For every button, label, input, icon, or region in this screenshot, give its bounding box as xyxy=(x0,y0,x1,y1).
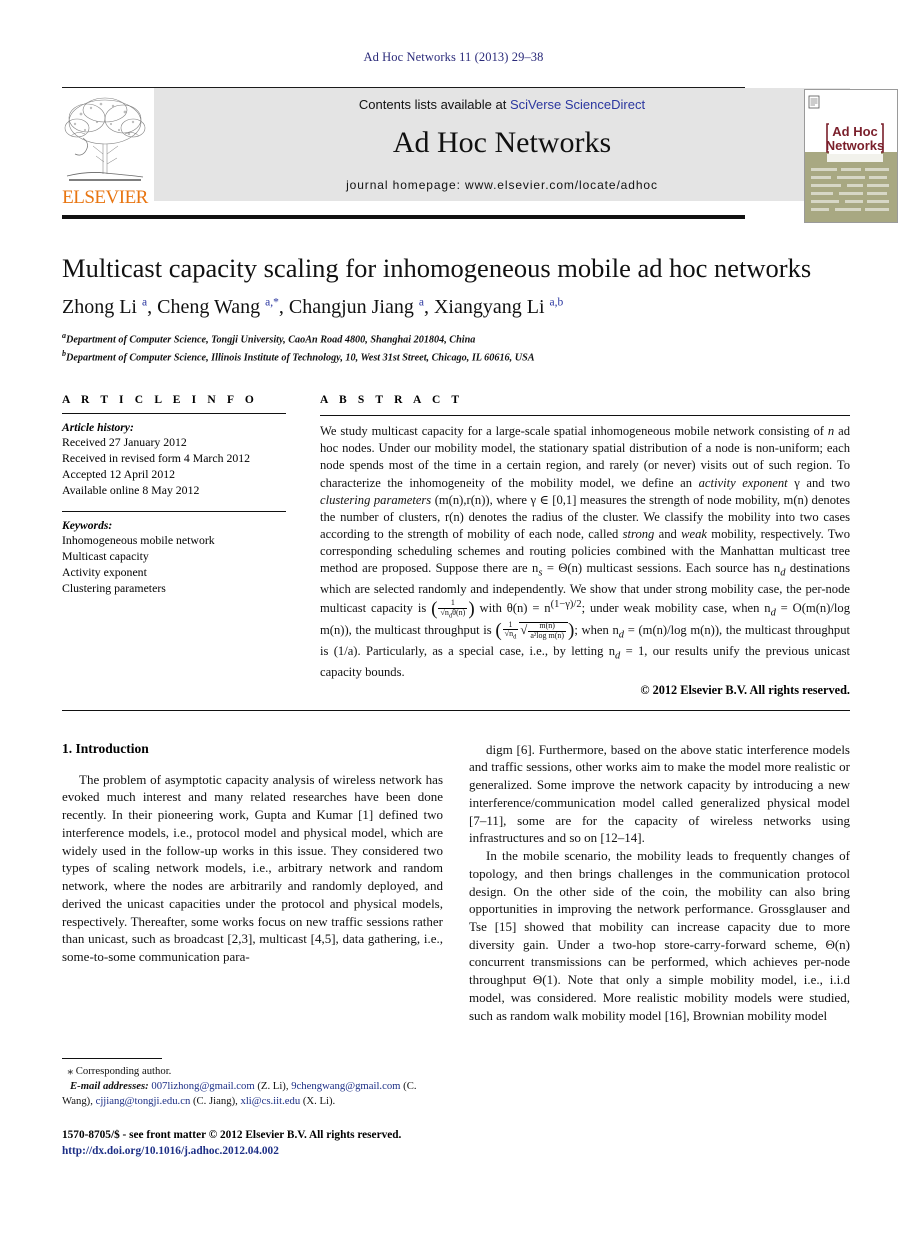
asterisk-icon: ⁎ xyxy=(62,1065,76,1077)
formula-2-sqrt: √ m(n) a²log m(n) xyxy=(519,621,569,639)
svg-text:Ad Hoc: Ad Hoc xyxy=(832,124,878,139)
elsevier-tree-icon xyxy=(63,92,147,187)
body-paragraph: The problem of asymptotic capacity analy… xyxy=(62,771,443,964)
formula-1: 1 √ndθ(n) xyxy=(438,598,468,620)
abstract-exponent-1: (1−γ)/2 xyxy=(550,599,582,611)
svg-text:Networks: Networks xyxy=(826,138,885,153)
keywords-label: Keywords: xyxy=(62,519,113,533)
footnote-rule xyxy=(62,1058,162,1059)
footnote-block: ⁎ Corresponding author. E-mail addresses… xyxy=(62,1058,434,1109)
journal-homepage[interactable]: journal homepage: www.elsevier.com/locat… xyxy=(154,178,850,192)
article-history-label: Article history: xyxy=(62,421,134,435)
body-paragraph: In the mobile scenario, the mobility lea… xyxy=(469,848,850,1023)
info-abstract-region: A R T I C L E I N F O Article history: R… xyxy=(62,394,850,697)
formula-2: 1 √nd xyxy=(502,620,519,642)
abstract-em-strong: strong xyxy=(622,526,655,541)
history-revised: Received in revised form 4 March 2012 xyxy=(62,451,251,466)
history-received: Received 27 January 2012 xyxy=(62,435,187,450)
abstract-em-activity-exponent: activity exponent xyxy=(698,475,788,490)
abstract-text: We study multicast capacity for a large-… xyxy=(320,423,850,680)
history-online: Available online 8 May 2012 xyxy=(62,483,200,498)
keywords-rule xyxy=(62,511,286,513)
abstract-column: A B S T R A C T We study multicast capac… xyxy=(320,394,850,697)
title-block: Multicast capacity scaling for inhomogen… xyxy=(62,253,845,366)
abstract-bottom-rule xyxy=(62,709,850,711)
email-addresses-line: E-mail addresses: 007lizhong@gmail.com (… xyxy=(62,1079,434,1109)
abstract-seg-10: ; under weak mobility case, when n xyxy=(581,601,771,616)
affiliation-a: aDepartment of Computer Science, Tongji … xyxy=(62,330,845,348)
article-info-rule xyxy=(62,413,286,415)
corresponding-author-text: Corresponding author. xyxy=(75,1065,172,1077)
keyword-4: Clustering parameters xyxy=(62,581,166,596)
elsevier-wordmark: ELSEVIER xyxy=(62,187,148,208)
affiliation-text-b: Department of Computer Science, Illinois… xyxy=(66,352,535,364)
imprint-block: 1570-8705/$ - see front matter © 2012 El… xyxy=(62,1128,462,1160)
body-left-column: 1. Introduction The problem of asymptoti… xyxy=(62,741,443,1025)
running-head: Ad Hoc Networks 11 (2013) 29–38 xyxy=(363,50,544,64)
abstract-seg-9: with θ(n) = n xyxy=(474,601,551,616)
doi-link[interactable]: http://dx.doi.org/10.1016/j.adhoc.2012.0… xyxy=(62,1144,462,1160)
masthead-bottom-rule xyxy=(62,215,745,219)
author-list: Zhong Li a, Cheng Wang a,*, Changjun Jia… xyxy=(62,296,564,319)
article-info-heading: A R T I C L E I N F O xyxy=(62,394,258,407)
keyword-3: Activity exponent xyxy=(62,565,147,580)
issn-copyright-line: 1570-8705/$ - see front matter © 2012 El… xyxy=(62,1129,402,1141)
sciencedirect-link[interactable]: SciVerse ScienceDirect xyxy=(510,97,645,112)
journal-cover-thumbnail: Ad Hoc Networks xyxy=(804,89,898,223)
body-right-column: digm [6]. Furthermore, based on the abov… xyxy=(469,741,850,1025)
keyword-2: Multicast capacity xyxy=(62,549,149,564)
cover-art: Ad Hoc Networks xyxy=(805,90,897,222)
abstract-seg-1: We study multicast capacity for a large-… xyxy=(320,424,828,439)
journal-masthead: ELSEVIER Contents lists available at Sci… xyxy=(62,87,898,223)
affiliation-list: aDepartment of Computer Science, Tongji … xyxy=(62,330,845,366)
affiliation-text-a: Department of Computer Science, Tongji U… xyxy=(66,334,476,346)
contents-lists-line: Contents lists available at SciVerse Sci… xyxy=(154,97,850,112)
abstract-em-clustering-parameters: clustering parameters xyxy=(320,492,432,507)
body-paragraph: digm [6]. Furthermore, based on the abov… xyxy=(469,741,850,846)
journal-title: Ad Hoc Networks xyxy=(392,126,612,159)
abstract-em-weak: weak xyxy=(681,526,707,541)
contents-prefix: Contents lists available at xyxy=(358,97,510,112)
masthead-panel: Contents lists available at SciVerse Sci… xyxy=(154,88,850,201)
keyword-1: Inhomogeneous mobile network xyxy=(62,533,215,548)
section-heading-introduction: 1. Introduction xyxy=(62,740,149,756)
abstract-heading: A B S T R A C T xyxy=(320,394,464,407)
history-accepted: Accepted 12 April 2012 xyxy=(62,467,176,482)
abstract-seg-7: = Θ(n) multicast sessions. Each source h… xyxy=(542,561,781,576)
formula-1-open-paren: ( xyxy=(431,598,438,620)
article-info-column: A R T I C L E I N F O Article history: R… xyxy=(62,394,286,697)
formula-2-open-paren: ( xyxy=(495,620,502,642)
abstract-seg-3: γ and two xyxy=(787,475,851,490)
abstract-seg-12: ; when n xyxy=(574,622,619,637)
paper-page: Ad Hoc Networks 11 (2013) 29–38 ELSEVIER… xyxy=(0,0,907,1238)
affiliation-b: bDepartment of Computer Science, Illinoi… xyxy=(62,348,845,366)
abstract-seg-5: and xyxy=(654,526,682,541)
abstract-copyright: © 2012 Elsevier B.V. All rights reserved… xyxy=(640,682,850,697)
page-title: Multicast capacity scaling for inhomogen… xyxy=(62,253,812,283)
email-label: E-mail addresses: xyxy=(70,1080,149,1093)
abstract-rule xyxy=(320,415,850,417)
body-columns: 1. Introduction The problem of asymptoti… xyxy=(62,741,850,1025)
elsevier-logo: ELSEVIER xyxy=(62,88,148,207)
corresponding-author-line: ⁎ Corresponding author. xyxy=(62,1064,434,1079)
